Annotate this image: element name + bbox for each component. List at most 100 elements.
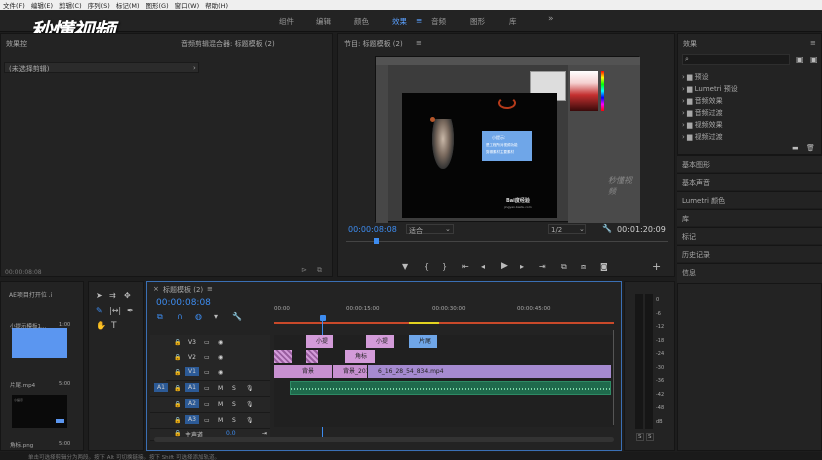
slip-tool-icon[interactable]: |↔| <box>109 307 121 315</box>
solo-left-button[interactable]: S <box>636 433 644 441</box>
panel-menu-icon[interactable]: ≡ <box>416 39 422 47</box>
timeline-timecode[interactable]: 00:00:08:08 <box>156 298 211 308</box>
clip-badge-v2[interactable]: 角标 <box>345 350 375 363</box>
workspace-tab-audio[interactable]: 音频 <box>431 16 446 27</box>
audio-clip-a1[interactable] <box>290 381 612 395</box>
menu-edit[interactable]: 编辑(E) <box>31 0 53 10</box>
play-icon[interactable]: ▶ <box>501 262 508 271</box>
type-tool-icon[interactable]: T <box>111 322 117 331</box>
nest-icon[interactable]: ⧉ <box>157 313 163 321</box>
workspace-tab-color[interactable]: 颜色 <box>354 16 369 27</box>
lift-icon[interactable]: ⧉ <box>561 263 567 271</box>
selection-tool-icon[interactable]: ➤ <box>96 292 103 300</box>
effects-item-video-transitions[interactable]: › ▆ 视频过渡 <box>682 132 723 142</box>
panel-menu-icon[interactable]: ≡ <box>810 39 816 47</box>
solo-right-button[interactable]: S <box>646 433 654 441</box>
menu-file[interactable]: 文件(F) <box>3 0 25 10</box>
go-to-in-icon[interactable]: ⇤ <box>462 263 469 271</box>
effects-item-audio-transitions[interactable]: › ▆ 音频过渡 <box>682 108 723 118</box>
accelerated-effects-icon[interactable]: ▣ <box>796 56 804 64</box>
workspace-tab-editing[interactable]: 编辑 <box>316 16 331 27</box>
snap-icon[interactable]: ∩ <box>177 313 183 321</box>
menu-help[interactable]: 帮助(H) <box>205 0 228 10</box>
section-essential-graphics[interactable]: 基本图形 <box>677 155 822 172</box>
clip-video-v1[interactable]: 6_16_28_54_834.mp4 <box>368 365 611 378</box>
menu-graphics[interactable]: 图形(G) <box>146 0 169 10</box>
project-item-label-1[interactable]: 小提示模板1... <box>10 322 46 330</box>
program-playhead[interactable] <box>374 238 379 244</box>
track-label-v3[interactable]: V3 <box>188 339 196 346</box>
mic-icon[interactable]: 🎙 <box>246 417 254 424</box>
clip-start-v1[interactable] <box>274 365 292 378</box>
go-to-out-icon[interactable]: ⇥ <box>539 263 546 271</box>
menu-clip[interactable]: 剪辑(C) <box>59 0 82 10</box>
clip-tip2-v3[interactable]: 小提 <box>366 335 394 348</box>
go-to-end-icon[interactable]: ⇥ <box>262 430 267 437</box>
export-icon[interactable]: ⧉ <box>317 267 322 274</box>
lock-icon[interactable]: 🔒 <box>174 417 181 424</box>
eye-icon[interactable]: ◉ <box>218 354 223 361</box>
section-lumetri-color[interactable]: Lumetri 颜色 <box>677 191 822 208</box>
lock-icon[interactable]: 🔒 <box>174 369 181 376</box>
clip-hatched2-v2[interactable] <box>306 350 318 363</box>
section-info[interactable]: 信息 <box>677 263 822 283</box>
lock-icon[interactable]: 🔒 <box>174 430 181 437</box>
razor-tool-icon[interactable]: ✎ <box>96 307 103 315</box>
master-volume[interactable]: 0.0 <box>226 430 236 437</box>
section-libraries[interactable]: 库 <box>677 209 822 226</box>
solo-s-icon[interactable]: S <box>232 417 236 424</box>
new-bin-icon[interactable]: ▬ <box>792 145 799 152</box>
track-label-a3[interactable]: A3 <box>185 415 199 424</box>
add-button-icon[interactable]: + <box>652 261 661 272</box>
section-essential-sound[interactable]: 基本声音 <box>677 173 822 190</box>
eye-icon[interactable]: ◉ <box>218 369 223 376</box>
wrench-icon[interactable]: 🔧 <box>602 225 612 233</box>
track-label-a1[interactable]: A1 <box>185 383 199 392</box>
sync-icon[interactable]: ▭ <box>204 401 210 408</box>
solo-s-icon[interactable]: S <box>232 385 236 392</box>
filter-icon[interactable]: ⊳ <box>301 267 307 274</box>
track-label-v1[interactable]: V1 <box>185 367 199 376</box>
section-history[interactable]: 历史记录 <box>677 245 822 262</box>
linked-selection-icon[interactable]: ◍ <box>195 313 202 321</box>
program-scrubber[interactable] <box>346 241 668 242</box>
workspace-tab-assembly[interactable]: 组件 <box>279 16 294 27</box>
program-video-frame[interactable]: 秒懂视频 小提示: 是工程所对视频功能 剪辑素材主要素材 Bai度经验 jing… <box>375 56 640 223</box>
project-item-thumb-3[interactable]: 小提示 <box>12 395 67 428</box>
lock-icon[interactable]: 🔒 <box>174 339 181 346</box>
effect-controls-tab[interactable]: 效果控 <box>6 39 27 49</box>
track-select-tool-icon[interactable]: ⇉ <box>109 292 116 300</box>
section-markers[interactable]: 标记 <box>677 227 822 244</box>
project-item-label-3[interactable]: 角标.png <box>10 441 33 449</box>
workspace-more-icon[interactable]: » <box>548 14 554 24</box>
timeline-playhead[interactable] <box>320 315 326 321</box>
hand-tool-icon[interactable]: ✋ <box>96 322 106 330</box>
ripple-edit-tool-icon[interactable]: ✥ <box>124 292 131 300</box>
effects-item-lumetri-presets[interactable]: › ▆ Lumetri 预设 <box>682 84 738 94</box>
mute-m-icon[interactable]: M <box>218 385 223 392</box>
step-back-icon[interactable]: ◂ <box>481 263 485 271</box>
clip-hatched-v2[interactable] <box>274 350 292 363</box>
mark-out-icon[interactable]: } <box>442 263 447 271</box>
quality-dropdown[interactable]: 1/2 ⌄ <box>548 224 586 234</box>
timeline-h-scroll[interactable] <box>154 437 614 442</box>
effects-item-audio-effects[interactable]: › ▆ 音频效果 <box>682 96 723 106</box>
camera-icon[interactable]: ◙ <box>600 263 608 271</box>
sync-icon[interactable]: ▭ <box>204 354 210 361</box>
lock-icon[interactable]: 🔒 <box>174 354 181 361</box>
workspace-tab-effects[interactable]: 效果 <box>392 16 407 27</box>
clip-bg-v1[interactable]: 背景 <box>292 365 332 378</box>
add-marker-icon[interactable]: ▾ <box>214 313 218 321</box>
sync-icon[interactable]: ▭ <box>204 339 210 346</box>
workspace-tab-graphics[interactable]: 图形 <box>470 16 485 27</box>
clip-tip-v3[interactable]: 小提 <box>306 335 333 348</box>
mark-in-icon[interactable]: { <box>424 263 429 271</box>
wrench-icon[interactable]: 🔧 <box>232 313 242 321</box>
pen-tool-icon[interactable]: ✒ <box>127 307 134 315</box>
trash-icon[interactable]: 🗑 <box>806 145 815 152</box>
fit-dropdown[interactable]: 适合 ⌄ <box>406 224 454 235</box>
lock-icon[interactable]: 🔒 <box>174 401 181 408</box>
lock-icon[interactable]: 🔒 <box>174 385 181 392</box>
step-forward-icon[interactable]: ▸ <box>520 263 524 271</box>
workspace-tab-library[interactable]: 库 <box>509 16 517 27</box>
